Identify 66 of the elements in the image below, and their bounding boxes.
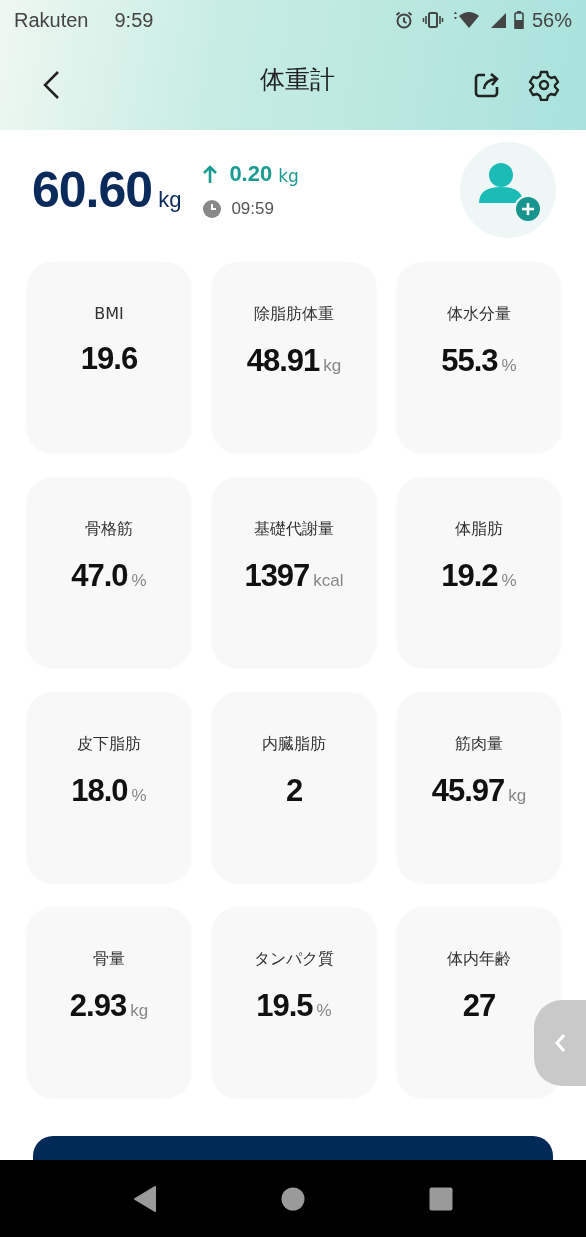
metric-card[interactable]: 基礎代謝量 1397 kcal [212,477,376,667]
metric-value: 45.97 [431,773,505,809]
metric-label: 筋肉量 [455,734,503,755]
metric-unit: % [131,571,147,591]
metric-label: 体脂肪 [455,519,503,540]
weight-value: 60.60 [32,161,153,219]
metric-value: 27 [462,988,496,1024]
page-title: 体重計 [258,63,336,96]
metric-label: 骨量 [93,949,125,970]
metric-card[interactable]: 皮下脂肪 18.0% [27,692,191,882]
metric-label: 体内年齢 [447,949,511,970]
back-nav-icon[interactable] [133,1185,157,1212]
metric-label: 皮下脂肪 [77,734,141,755]
signal-icon [489,12,506,28]
clock-time: 9:59 [114,8,154,32]
metric-unit: kcal [313,571,344,591]
metric-label: タンパク質 [254,949,334,970]
wifi-icon [451,11,482,29]
recents-nav-icon[interactable] [429,1186,453,1211]
metric-value: 2.93 [69,988,127,1024]
clock-icon [203,200,222,218]
metric-unit: % [316,1001,332,1021]
metric-card[interactable]: 除脂肪体重 48.91 kg [212,262,376,452]
metric-label: 体水分量 [447,304,511,325]
vibrate-icon [421,12,444,28]
battery-percent: 56% [531,8,572,32]
measure-time: 09:59 [231,199,274,219]
metric-label: 除脂肪体重 [254,304,334,325]
metric-value: 19.5 [256,988,313,1024]
metric-card[interactable]: 骨格筋 47.0% [27,477,191,667]
weight-change: 0.20 [229,161,273,187]
weight-change-unit: kg [278,166,299,186]
metric-value: 1397 [244,558,310,594]
metric-value: 48.91 [246,343,320,379]
metric-label: 基礎代謝量 [254,519,334,540]
metric-value: 18.0 [71,773,128,809]
metric-unit: % [131,786,147,806]
metric-value: 47.0 [71,558,128,594]
metric-unit: kg [508,786,527,806]
metric-unit: % [501,356,517,376]
metric-value: 2 [285,773,303,809]
carrier-name: Rakuten [14,8,89,32]
home-nav-icon[interactable] [281,1186,305,1211]
metric-label: 内臓脂肪 [262,734,326,755]
weight-unit: kg [158,187,182,213]
metric-card[interactable]: 骨量 2.93 kg [27,907,191,1097]
metric-card[interactable]: 内臓脂肪 2 [212,692,376,882]
alarm-icon [393,10,414,30]
battery-icon [513,11,524,29]
metric-label: 骨格筋 [85,519,133,540]
metric-unit: % [501,571,517,591]
chevron-left-icon [553,1032,567,1054]
metric-card[interactable]: 筋肉量 45.97 kg [397,692,561,882]
up-arrow-icon [203,164,218,184]
metric-card[interactable]: 体内年齢 27 [397,907,561,1097]
metric-label: BMI [94,304,124,323]
metric-unit: kg [323,356,342,376]
settings-icon [528,69,560,101]
metric-value: 19.2 [441,558,498,594]
metric-card[interactable]: 体脂肪 19.2% [397,477,561,667]
metric-value: 19.6 [80,341,138,377]
metric-value: 55.3 [441,343,498,379]
metric-unit: kg [130,1001,149,1021]
metric-card[interactable]: タンパク質 19.5% [212,907,376,1097]
metric-card[interactable]: 体水分量 55.3% [397,262,561,452]
metric-card[interactable]: BMI 19.6 [27,262,191,452]
